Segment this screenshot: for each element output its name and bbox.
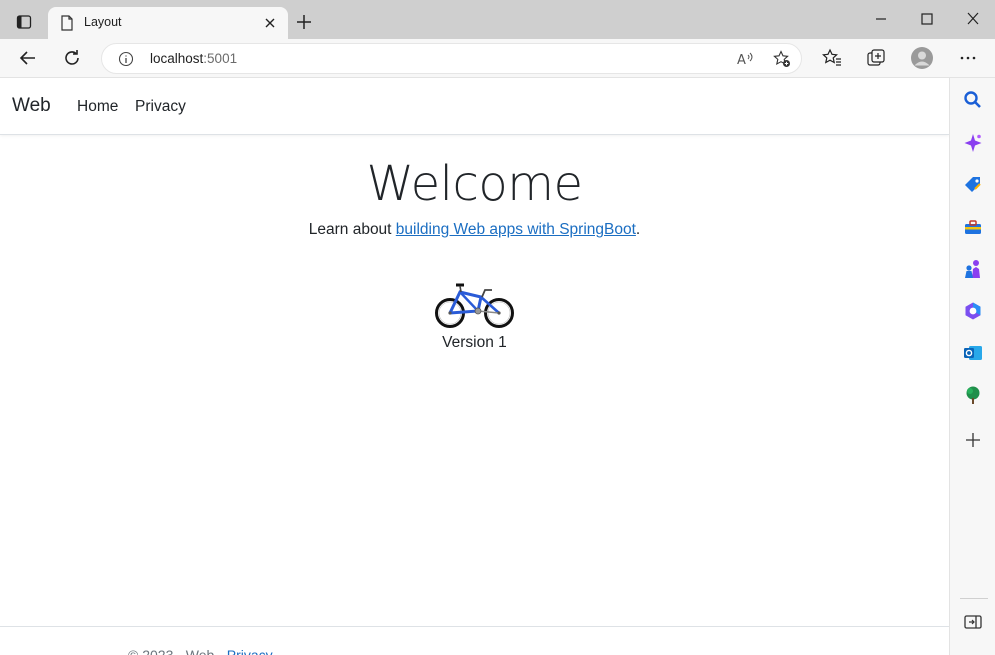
footer-privacy-link[interactable]: Privacy (227, 647, 273, 655)
bicycle-image (435, 283, 514, 328)
add-favorite-icon[interactable] (773, 50, 791, 68)
edge-sidebar (949, 78, 995, 655)
games-icon[interactable] (963, 259, 983, 279)
close-tab-icon[interactable] (262, 15, 278, 31)
add-icon[interactable] (963, 430, 983, 450)
page-heading: Welcome (366, 156, 583, 212)
nav-home[interactable]: Home (77, 98, 118, 116)
web-page: Web Home Privacy Welcome Learn about bui… (0, 78, 949, 655)
footer-text: © 2023 - Web - Privacy (128, 647, 273, 655)
outlook-icon[interactable] (963, 343, 983, 363)
learn-text: Learn about building Web apps with Sprin… (0, 221, 949, 239)
minimize-icon[interactable] (869, 8, 893, 30)
url-host: localhost (150, 51, 204, 66)
tree-icon[interactable] (963, 385, 983, 405)
learn-prefix: Learn about (308, 221, 396, 238)
search-icon[interactable] (963, 90, 983, 110)
collections-icon[interactable] (865, 47, 887, 69)
browser-toolbar: localhost:5001 A (0, 39, 995, 78)
svg-text:A: A (737, 53, 746, 68)
favorites-icon[interactable] (821, 47, 843, 69)
learn-suffix: . (635, 221, 641, 238)
site-footer: © 2023 - Web - Privacy (0, 626, 949, 655)
tools-icon[interactable] (963, 217, 983, 237)
copilot-icon[interactable] (963, 133, 983, 153)
tab-actions-icon[interactable] (8, 8, 40, 36)
profile-avatar-icon[interactable] (910, 46, 934, 70)
sidebar-collapse-icon[interactable] (963, 612, 983, 632)
read-aloud-icon[interactable]: A (736, 50, 754, 68)
refresh-icon[interactable] (61, 47, 83, 69)
tab-layout[interactable]: Layout (48, 7, 288, 39)
page-icon (61, 15, 73, 31)
more-icon[interactable] (957, 47, 979, 69)
site-info-icon[interactable] (118, 51, 134, 67)
office-icon[interactable] (963, 301, 983, 321)
new-tab-icon[interactable] (294, 12, 314, 32)
site-brand[interactable]: Web (12, 95, 51, 117)
footer-copyright: © 2023 - Web - (128, 647, 227, 655)
url-port: :5001 (203, 51, 238, 66)
address-bar[interactable]: localhost:5001 A (101, 43, 802, 74)
url-text: localhost:5001 (150, 51, 237, 66)
tab-title: Layout (84, 15, 122, 29)
version-label: Version 1 (442, 334, 507, 351)
nav-privacy[interactable]: Privacy (135, 98, 186, 116)
site-navbar: Web Home Privacy (0, 78, 949, 135)
close-window-icon[interactable] (961, 8, 985, 30)
shopping-tag-icon[interactable] (963, 175, 983, 195)
maximize-icon[interactable] (915, 8, 939, 30)
back-icon[interactable] (17, 47, 39, 69)
browser-titlebar: Layout (0, 0, 995, 39)
springboot-link[interactable]: building Web apps with SpringBoot (396, 221, 636, 238)
sidebar-divider (960, 598, 988, 599)
